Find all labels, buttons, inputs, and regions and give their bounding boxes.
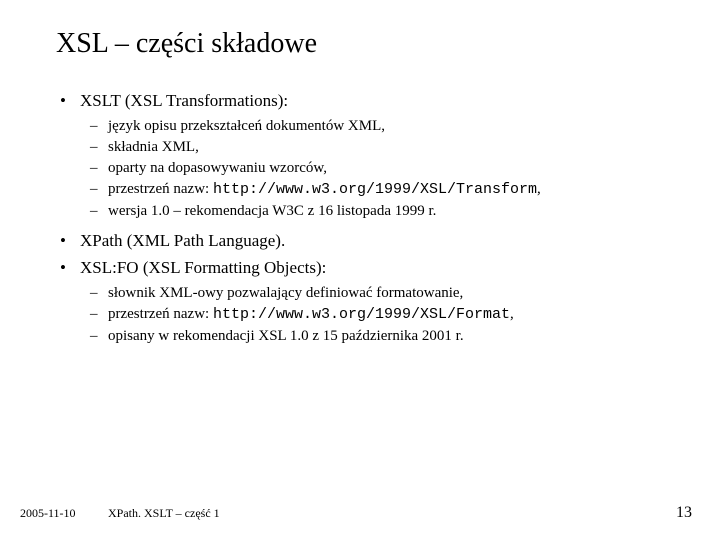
sub-item: słownik XML-owy pozwalający definiować f… [80,283,672,304]
sub-list: język opisu przekształceń dokumentów XML… [80,116,672,222]
footer-title: XPath. XSLT – część 1 [108,506,220,521]
sub-item-suffix: , [537,181,541,197]
list-item: XSLT (XSL Transformations): język opisu … [56,88,672,222]
sub-item: język opisu przekształceń dokumentów XML… [80,116,672,137]
slide-footer: 2005-11-10 XPath. XSLT – część 1 13 [0,504,720,522]
code-text: http://www.w3.org/1999/XSL/Transform [213,181,537,198]
sub-item: opisany w rekomendacji XSL 1.0 z 15 paźd… [80,326,672,347]
bullet-list: XSLT (XSL Transformations): język opisu … [56,88,672,347]
list-item-label: XSL:FO (XSL Formatting Objects): [80,258,326,277]
code-text: http://www.w3.org/1999/XSL/Format [213,306,510,323]
sub-list: słownik XML-owy pozwalający definiować f… [80,283,672,347]
sub-item: przestrzeń nazw: http://www.w3.org/1999/… [80,179,672,200]
list-item: XPath (XML Path Language). [56,228,672,254]
list-item-label: XPath (XML Path Language). [80,231,285,250]
page-number: 13 [676,504,692,522]
sub-item: składnia XML, [80,137,672,158]
list-item: XSL:FO (XSL Formatting Objects): słownik… [56,255,672,346]
sub-item: wersja 1.0 – rekomendacja W3C z 16 listo… [80,201,672,222]
sub-item-suffix: , [510,306,514,322]
sub-item-prefix: przestrzeń nazw: [108,306,213,322]
footer-date: 2005-11-10 [20,506,100,521]
sub-item-prefix: przestrzeń nazw: [108,181,213,197]
slide-title: XSL – części składowe [56,28,672,60]
sub-item: oparty na dopasowywaniu wzorców, [80,158,672,179]
list-item-label: XSLT (XSL Transformations): [80,91,288,110]
sub-item: przestrzeń nazw: http://www.w3.org/1999/… [80,304,672,325]
